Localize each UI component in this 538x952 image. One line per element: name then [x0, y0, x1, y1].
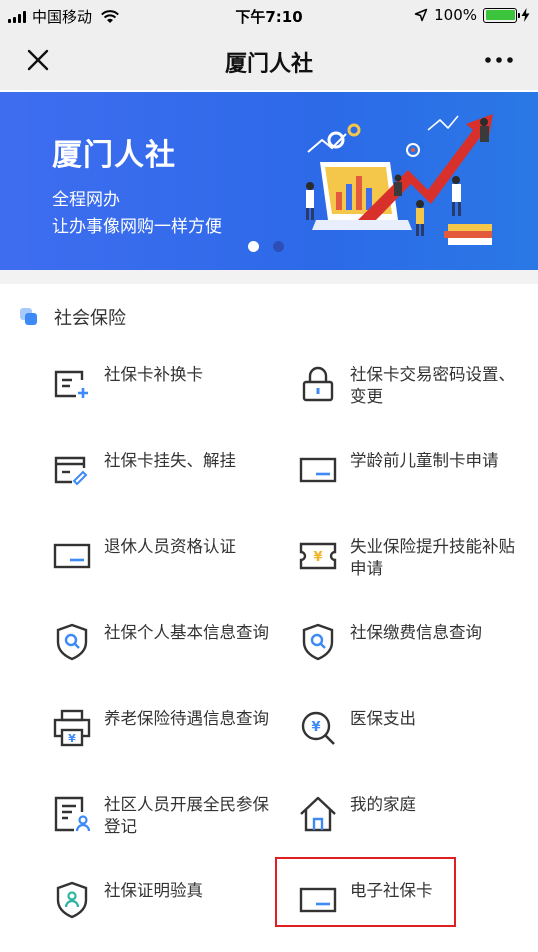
service-label: 我的家庭	[350, 795, 416, 814]
ticket-yen-icon: ¥	[299, 542, 337, 570]
section-bullet-icon	[20, 308, 38, 326]
service-label: 社保缴费信息查询	[350, 623, 482, 642]
highlight-box	[275, 857, 456, 927]
service-label: 社区人员开展全民参保登记	[104, 795, 269, 836]
service-payment-info-query[interactable]: 社保缴费信息查询	[298, 622, 538, 692]
service-label: 退休人员资格认证	[104, 537, 236, 556]
service-retiree-certification[interactable]: 退休人员资格认证	[52, 536, 292, 606]
service-unemployment-subsidy[interactable]: ¥ 失业保险提升技能补贴申请	[298, 536, 538, 606]
shield-search-icon	[302, 623, 334, 661]
svg-text:¥: ¥	[313, 550, 322, 565]
card-icon	[53, 543, 91, 569]
status-right: 100%	[414, 6, 530, 24]
location-arrow-icon	[414, 8, 428, 22]
banner-subtitle-2: 让办事像网购一样方便	[52, 217, 222, 237]
service-label: 医保支出	[350, 709, 416, 728]
svg-text:¥: ¥	[68, 732, 76, 745]
card-replace-icon	[54, 370, 88, 398]
more-icon[interactable]	[482, 48, 516, 72]
service-certificate-verification[interactable]: 社保证明验真	[52, 880, 292, 950]
section-divider	[0, 270, 538, 284]
service-label: 学龄前儿童制卡申请	[350, 451, 499, 470]
lock-icon	[302, 366, 334, 402]
battery-fill	[485, 10, 515, 20]
service-label: 社保卡补换卡	[104, 365, 203, 384]
service-pension-info-query[interactable]: ¥ 养老保险待遇信息查询	[52, 708, 292, 778]
banner-carousel[interactable]: 厦门人社 全程网办 让办事像网购一样方便	[0, 92, 538, 270]
service-card-report-loss[interactable]: 社保卡挂失、解挂	[52, 450, 292, 520]
shield-search-icon	[56, 623, 88, 661]
house-icon	[300, 796, 336, 832]
section-title: 社会保险	[54, 308, 126, 329]
banner-illustration	[306, 114, 493, 245]
service-personal-info-query[interactable]: 社保个人基本信息查询	[52, 622, 292, 692]
service-my-family[interactable]: 我的家庭	[298, 794, 538, 864]
banner-title: 厦门人社	[52, 138, 176, 173]
printer-yen-icon: ¥	[53, 709, 91, 747]
charging-bolt-icon	[521, 8, 530, 22]
nav-bar: 厦门人社	[0, 30, 538, 90]
document-person-icon	[54, 796, 91, 832]
service-label: 社保卡交易密码设置、变更	[350, 365, 515, 406]
page-title: 厦门人社	[224, 52, 313, 77]
carousel-dot[interactable]	[273, 241, 284, 252]
banner-subtitle-1: 全程网办	[52, 190, 120, 210]
service-label: 养老保险待遇信息查询	[104, 709, 269, 728]
status-bar: 中国移动 下午7:10 100%	[0, 0, 538, 30]
section-header: 社会保险	[20, 304, 126, 330]
shield-person-icon	[56, 881, 88, 919]
service-label: 社保卡挂失、解挂	[104, 451, 236, 470]
service-card-replace[interactable]: 社保卡补换卡	[52, 364, 292, 434]
service-label: 社保个人基本信息查询	[104, 623, 269, 642]
battery-percent: 100%	[434, 6, 477, 24]
battery-icon	[483, 7, 520, 23]
service-label: 社保证明验真	[104, 881, 203, 900]
svg-text:¥: ¥	[311, 720, 320, 735]
card-report-loss-icon	[54, 456, 88, 486]
carousel-dots	[248, 241, 284, 252]
card-icon	[299, 457, 337, 483]
service-child-card[interactable]: 学龄前儿童制卡申请	[298, 450, 538, 520]
search-yen-icon: ¥	[301, 711, 335, 745]
carousel-dot[interactable]	[248, 241, 259, 252]
service-medical-expense[interactable]: ¥ 医保支出	[298, 708, 538, 778]
service-card-password[interactable]: 社保卡交易密码设置、变更	[298, 364, 538, 434]
service-label: 失业保险提升技能补贴申请	[350, 537, 515, 578]
service-community-registration[interactable]: 社区人员开展全民参保登记	[52, 794, 292, 864]
